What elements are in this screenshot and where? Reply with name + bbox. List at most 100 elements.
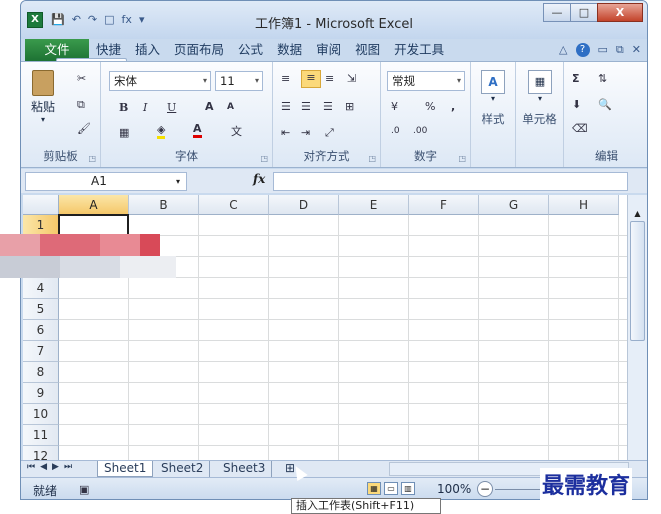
dialog-launcher-icon[interactable]: ◳ xyxy=(368,154,376,163)
sheet-tab-1[interactable]: Sheet1 xyxy=(97,461,154,477)
increase-decimal-icon[interactable]: .0 xyxy=(391,126,400,136)
font-name-combo[interactable]: 宋体 ▾ xyxy=(109,71,211,91)
zoom-level[interactable]: 100% xyxy=(437,482,471,496)
paste-button[interactable]: 粘贴 ▾ xyxy=(29,70,57,124)
merge-center-icon[interactable]: ⊞ xyxy=(345,100,354,113)
ribbon-collapse-icon[interactable]: △ xyxy=(559,39,567,61)
alignment-group: ≡ ≡ ≡ ⇲ ☰ ☰ ☰ ⊞ ⇤ ⇥ ⤢ 对齐方式 ◳ xyxy=(273,62,381,167)
row-header[interactable]: 7 xyxy=(23,341,59,362)
watermark-logo: 最需教育 xyxy=(540,468,633,500)
tab-page-layout[interactable]: 页面布局 xyxy=(167,39,231,61)
dialog-launcher-icon[interactable]: ◳ xyxy=(88,154,96,163)
tab-review[interactable]: 审阅 xyxy=(309,39,348,61)
format-painter-icon[interactable]: 🖌 xyxy=(77,122,91,135)
vertical-scrollbar[interactable]: ▲ xyxy=(627,195,647,460)
phonetic-icon[interactable]: 文 xyxy=(231,123,242,139)
wrap-text-icon[interactable]: ⇲ xyxy=(347,72,356,85)
underline-button[interactable]: U xyxy=(167,101,176,114)
column-header[interactable]: E xyxy=(339,195,409,215)
row-header[interactable]: 6 xyxy=(23,320,59,341)
autosum-button[interactable]: Σ xyxy=(572,72,580,85)
help-icon[interactable]: ? xyxy=(575,43,590,57)
tab-insert[interactable]: 插入 xyxy=(128,39,167,61)
select-all-corner[interactable] xyxy=(23,195,59,215)
column-header[interactable]: F xyxy=(409,195,479,215)
insert-function-icon[interactable]: fx xyxy=(253,172,265,186)
tab-developer[interactable]: 开发工具 xyxy=(387,39,451,61)
row-header[interactable]: 9 xyxy=(23,383,59,404)
comma-button[interactable]: , xyxy=(451,100,455,113)
page-break-view-icon[interactable]: ▥ xyxy=(401,482,415,495)
styles-label: 样式 xyxy=(481,112,505,126)
tab-formulas[interactable]: 公式 xyxy=(231,39,270,61)
find-select-icon[interactable]: 🔍 xyxy=(598,98,612,111)
sheet-tab-2[interactable]: Sheet2 xyxy=(155,461,211,477)
sheet-nav-icons[interactable]: ⏮◀▶⏭ xyxy=(27,462,77,472)
row-header[interactable]: 11 xyxy=(23,425,59,446)
clipboard-icon xyxy=(32,70,54,96)
column-header[interactable]: D xyxy=(269,195,339,215)
row-header[interactable]: 10 xyxy=(23,404,59,425)
align-middle-icon[interactable]: ≡ xyxy=(301,70,321,88)
row-header[interactable]: 1 xyxy=(23,215,59,236)
clear-icon[interactable]: ⌫ xyxy=(572,122,588,135)
ribbon: 粘贴 ▾ ✂ ⧉ 🖌 剪贴板 ◳ 宋体 ▾ 11 ▾ B I U A A ▦ ◈ A… xyxy=(21,61,647,168)
fill-color-icon[interactable]: ◈ xyxy=(157,124,166,139)
align-center-icon[interactable]: ☰ xyxy=(301,100,311,113)
grow-font-button[interactable]: A xyxy=(205,100,214,113)
bold-button[interactable]: B xyxy=(119,101,128,114)
increase-indent-icon[interactable]: ⇥ xyxy=(301,126,310,139)
sort-filter-icon[interactable]: ⇅ xyxy=(598,72,607,85)
close-button[interactable]: X xyxy=(597,3,643,22)
align-bottom-icon[interactable]: ≡ xyxy=(325,72,334,85)
doc-close-icon[interactable]: ✕ xyxy=(632,39,641,61)
currency-icon[interactable]: ¥ xyxy=(391,100,398,113)
row-header[interactable]: 5 xyxy=(23,299,59,320)
dialog-launcher-icon[interactable]: ◳ xyxy=(260,154,268,163)
column-header[interactable]: H xyxy=(549,195,619,215)
column-header[interactable]: A xyxy=(59,195,129,215)
copy-icon[interactable]: ⧉ xyxy=(77,98,85,112)
number-format-combo[interactable]: 常规 ▾ xyxy=(387,71,465,91)
cells-group: ▦ ▾ 单元格 xyxy=(516,62,564,167)
page-layout-view-icon[interactable]: ▭ xyxy=(384,482,398,495)
doc-minimize-icon[interactable]: ▭ xyxy=(598,39,608,61)
align-left-icon[interactable]: ☰ xyxy=(281,100,291,113)
vertical-scroll-thumb[interactable] xyxy=(630,221,645,341)
cut-icon[interactable]: ✂ xyxy=(77,72,86,85)
decrease-decimal-icon[interactable]: .00 xyxy=(413,126,427,136)
tab-data[interactable]: 数据 xyxy=(270,39,309,61)
formula-input[interactable] xyxy=(273,172,628,191)
decrease-indent-icon[interactable]: ⇤ xyxy=(281,126,290,139)
column-header[interactable]: G xyxy=(479,195,549,215)
align-right-icon[interactable]: ☰ xyxy=(323,100,333,113)
row-header[interactable]: 8 xyxy=(23,362,59,383)
scroll-up-icon[interactable]: ▲ xyxy=(628,209,647,218)
align-top-icon[interactable]: ≡ xyxy=(281,72,290,85)
shrink-font-button[interactable]: A xyxy=(227,102,234,112)
font-color-icon[interactable]: A xyxy=(193,123,202,138)
maximize-button[interactable]: □ xyxy=(570,3,598,22)
column-header[interactable]: C xyxy=(199,195,269,215)
row-header[interactable]: 12 xyxy=(23,446,59,460)
tab-view[interactable]: 视图 xyxy=(348,39,387,61)
font-size-combo[interactable]: 11 ▾ xyxy=(215,71,263,91)
dialog-launcher-icon[interactable]: ◳ xyxy=(458,154,466,163)
styles-button[interactable]: A ▾ xyxy=(477,70,509,103)
italic-button[interactable]: I xyxy=(143,101,147,114)
zoom-out-button[interactable]: − xyxy=(477,481,493,497)
macro-record-icon[interactable]: ▣ xyxy=(79,483,89,496)
orientation-icon[interactable]: ⤢ xyxy=(325,126,334,140)
column-header[interactable]: B xyxy=(129,195,199,215)
minimize-button[interactable]: — xyxy=(543,3,571,22)
name-box[interactable]: A1 ▾ xyxy=(25,172,187,191)
sheet-tab-3[interactable]: Sheet3 xyxy=(217,461,273,477)
doc-restore-icon[interactable]: ⧉ xyxy=(616,39,624,61)
fill-icon[interactable]: ⬇ xyxy=(572,98,581,111)
alignment-label: 对齐方式 xyxy=(303,149,350,163)
percent-button[interactable]: % xyxy=(425,100,435,113)
grid-line xyxy=(59,298,627,299)
normal-view-icon[interactable]: ▦ xyxy=(367,482,381,495)
cells-button[interactable]: ▦ ▾ xyxy=(522,70,558,103)
border-icon[interactable]: ▦ xyxy=(119,126,129,139)
